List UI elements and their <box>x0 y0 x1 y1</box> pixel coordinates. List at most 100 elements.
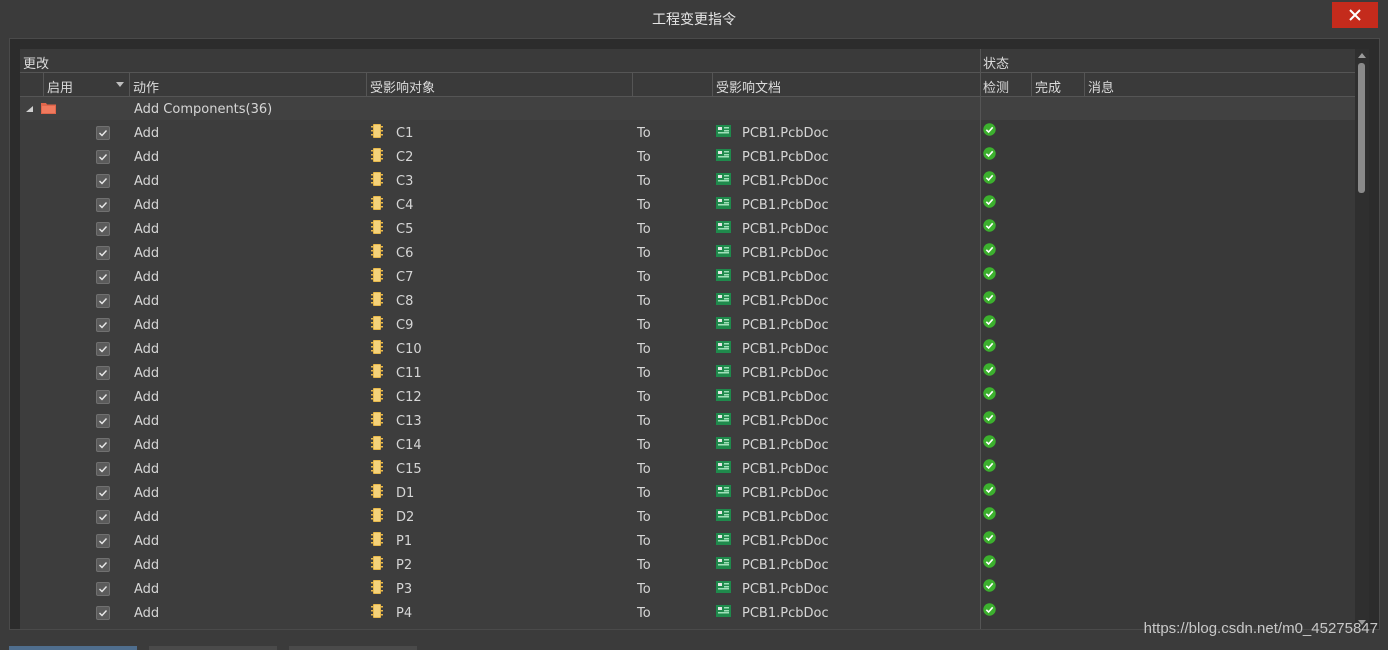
component-icon <box>371 508 383 522</box>
enable-checkbox[interactable] <box>96 438 110 452</box>
enable-checkbox[interactable] <box>96 198 110 212</box>
column-header-affected-object[interactable]: 受影响对象 <box>370 77 435 96</box>
pcb-document-icon <box>716 437 731 449</box>
enable-checkbox[interactable] <box>96 150 110 164</box>
component-icon <box>371 484 383 498</box>
affected-doc-cell: PCB1.PcbDoc <box>742 582 829 597</box>
affected-doc-cell: PCB1.PcbDoc <box>742 510 829 525</box>
table-row[interactable]: Add C12 To PCB1.PcbDoc <box>20 385 1355 409</box>
affected-object-cell: C2 <box>396 150 414 165</box>
column-header-done[interactable]: 完成 <box>1035 77 1061 96</box>
checkmark-icon <box>99 298 108 305</box>
enable-checkbox[interactable] <box>96 582 110 596</box>
table-row[interactable]: Add P1 To PCB1.PcbDoc <box>20 529 1355 553</box>
action-cell: Add <box>134 198 160 213</box>
scroll-thumb[interactable] <box>1358 63 1365 193</box>
table-row[interactable]: Add C13 To PCB1.PcbDoc <box>20 409 1355 433</box>
component-icon <box>371 364 383 378</box>
check-ok-icon <box>983 603 996 616</box>
to-cell: To <box>637 366 651 381</box>
checkmark-icon <box>99 442 108 449</box>
enable-checkbox[interactable] <box>96 342 110 356</box>
component-icon <box>371 244 383 258</box>
component-icon <box>371 388 383 402</box>
checkmark-icon <box>99 346 108 353</box>
column-header-check[interactable]: 检测 <box>983 77 1009 96</box>
collapse-triangle-icon[interactable] <box>26 106 33 112</box>
affected-doc-cell: PCB1.PcbDoc <box>742 414 829 429</box>
table-row[interactable]: Add P2 To PCB1.PcbDoc <box>20 553 1355 577</box>
table-row[interactable]: Add C4 To PCB1.PcbDoc <box>20 193 1355 217</box>
affected-object-cell: C12 <box>396 390 422 405</box>
table-row[interactable]: Add C1 To PCB1.PcbDoc <box>20 121 1355 145</box>
affected-object-cell: C8 <box>396 294 414 309</box>
affected-object-cell: C4 <box>396 198 414 213</box>
table-row[interactable]: Add C6 To PCB1.PcbDoc <box>20 241 1355 265</box>
table-row[interactable]: Add C11 To PCB1.PcbDoc <box>20 361 1355 385</box>
affected-doc-cell: PCB1.PcbDoc <box>742 246 829 261</box>
table-row[interactable]: Add C10 To PCB1.PcbDoc <box>20 337 1355 361</box>
column-header-enable[interactable]: 启用 <box>47 77 73 96</box>
to-cell: To <box>637 486 651 501</box>
enable-checkbox[interactable] <box>96 294 110 308</box>
table-row[interactable]: Add C3 To PCB1.PcbDoc <box>20 169 1355 193</box>
enable-checkbox[interactable] <box>96 126 110 140</box>
close-icon <box>1349 9 1361 21</box>
enable-checkbox[interactable] <box>96 318 110 332</box>
table-row[interactable]: Add C14 To PCB1.PcbDoc <box>20 433 1355 457</box>
column-header-message[interactable]: 消息 <box>1088 77 1114 96</box>
sort-dropdown-icon[interactable] <box>116 82 124 87</box>
table-row[interactable]: Add P3 To PCB1.PcbDoc <box>20 577 1355 601</box>
changes-grid: 更改 状态 启用 动作 受影响对象 受影响文档 检测 完成 消息 Add Com… <box>20 49 1365 629</box>
enable-checkbox[interactable] <box>96 174 110 188</box>
action-cell: Add <box>134 318 160 333</box>
to-cell: To <box>637 150 651 165</box>
affected-object-cell: C15 <box>396 462 422 477</box>
enable-checkbox[interactable] <box>96 534 110 548</box>
enable-checkbox[interactable] <box>96 414 110 428</box>
enable-checkbox[interactable] <box>96 606 110 620</box>
affected-object-cell: P4 <box>396 606 413 621</box>
to-cell: To <box>637 534 651 549</box>
component-icon <box>371 604 383 618</box>
group-label: Add Components(36) <box>134 102 273 117</box>
component-icon <box>371 196 383 210</box>
pcb-document-icon <box>716 461 731 473</box>
close-button[interactable] <box>1332 2 1378 28</box>
component-icon <box>371 220 383 234</box>
check-ok-icon <box>983 315 996 328</box>
scroll-up-icon[interactable] <box>1358 53 1366 58</box>
table-row[interactable]: Add C9 To PCB1.PcbDoc <box>20 313 1355 337</box>
enable-checkbox[interactable] <box>96 486 110 500</box>
table-row[interactable]: Add D1 To PCB1.PcbDoc <box>20 481 1355 505</box>
action-cell: Add <box>134 270 160 285</box>
group-row-add-components[interactable]: Add Components(36) <box>20 97 1355 120</box>
table-row[interactable]: Add D2 To PCB1.PcbDoc <box>20 505 1355 529</box>
component-icon <box>371 556 383 570</box>
enable-checkbox[interactable] <box>96 462 110 476</box>
to-cell: To <box>637 270 651 285</box>
watermark: https://blog.csdn.net/m0_45275847 <box>1143 620 1378 637</box>
table-row[interactable]: Add C7 To PCB1.PcbDoc <box>20 265 1355 289</box>
enable-checkbox[interactable] <box>96 558 110 572</box>
enable-checkbox[interactable] <box>96 222 110 236</box>
table-row[interactable]: Add C15 To PCB1.PcbDoc <box>20 457 1355 481</box>
table-row[interactable]: Add C2 To PCB1.PcbDoc <box>20 145 1355 169</box>
table-row[interactable]: Add C8 To PCB1.PcbDoc <box>20 289 1355 313</box>
checkmark-icon <box>99 154 108 161</box>
checkmark-icon <box>99 178 108 185</box>
pcb-document-icon <box>716 293 731 305</box>
column-header-action[interactable]: 动作 <box>133 77 159 96</box>
enable-checkbox[interactable] <box>96 510 110 524</box>
status-divider <box>980 49 981 629</box>
enable-checkbox[interactable] <box>96 246 110 260</box>
component-icon <box>371 124 383 138</box>
check-ok-icon <box>983 243 996 256</box>
column-header-affected-doc[interactable]: 受影响文档 <box>716 77 781 96</box>
group-header-status: 状态 <box>983 57 1010 72</box>
table-row[interactable]: Add C5 To PCB1.PcbDoc <box>20 217 1355 241</box>
enable-checkbox[interactable] <box>96 390 110 404</box>
vertical-scrollbar[interactable] <box>1355 49 1369 629</box>
enable-checkbox[interactable] <box>96 270 110 284</box>
enable-checkbox[interactable] <box>96 366 110 380</box>
